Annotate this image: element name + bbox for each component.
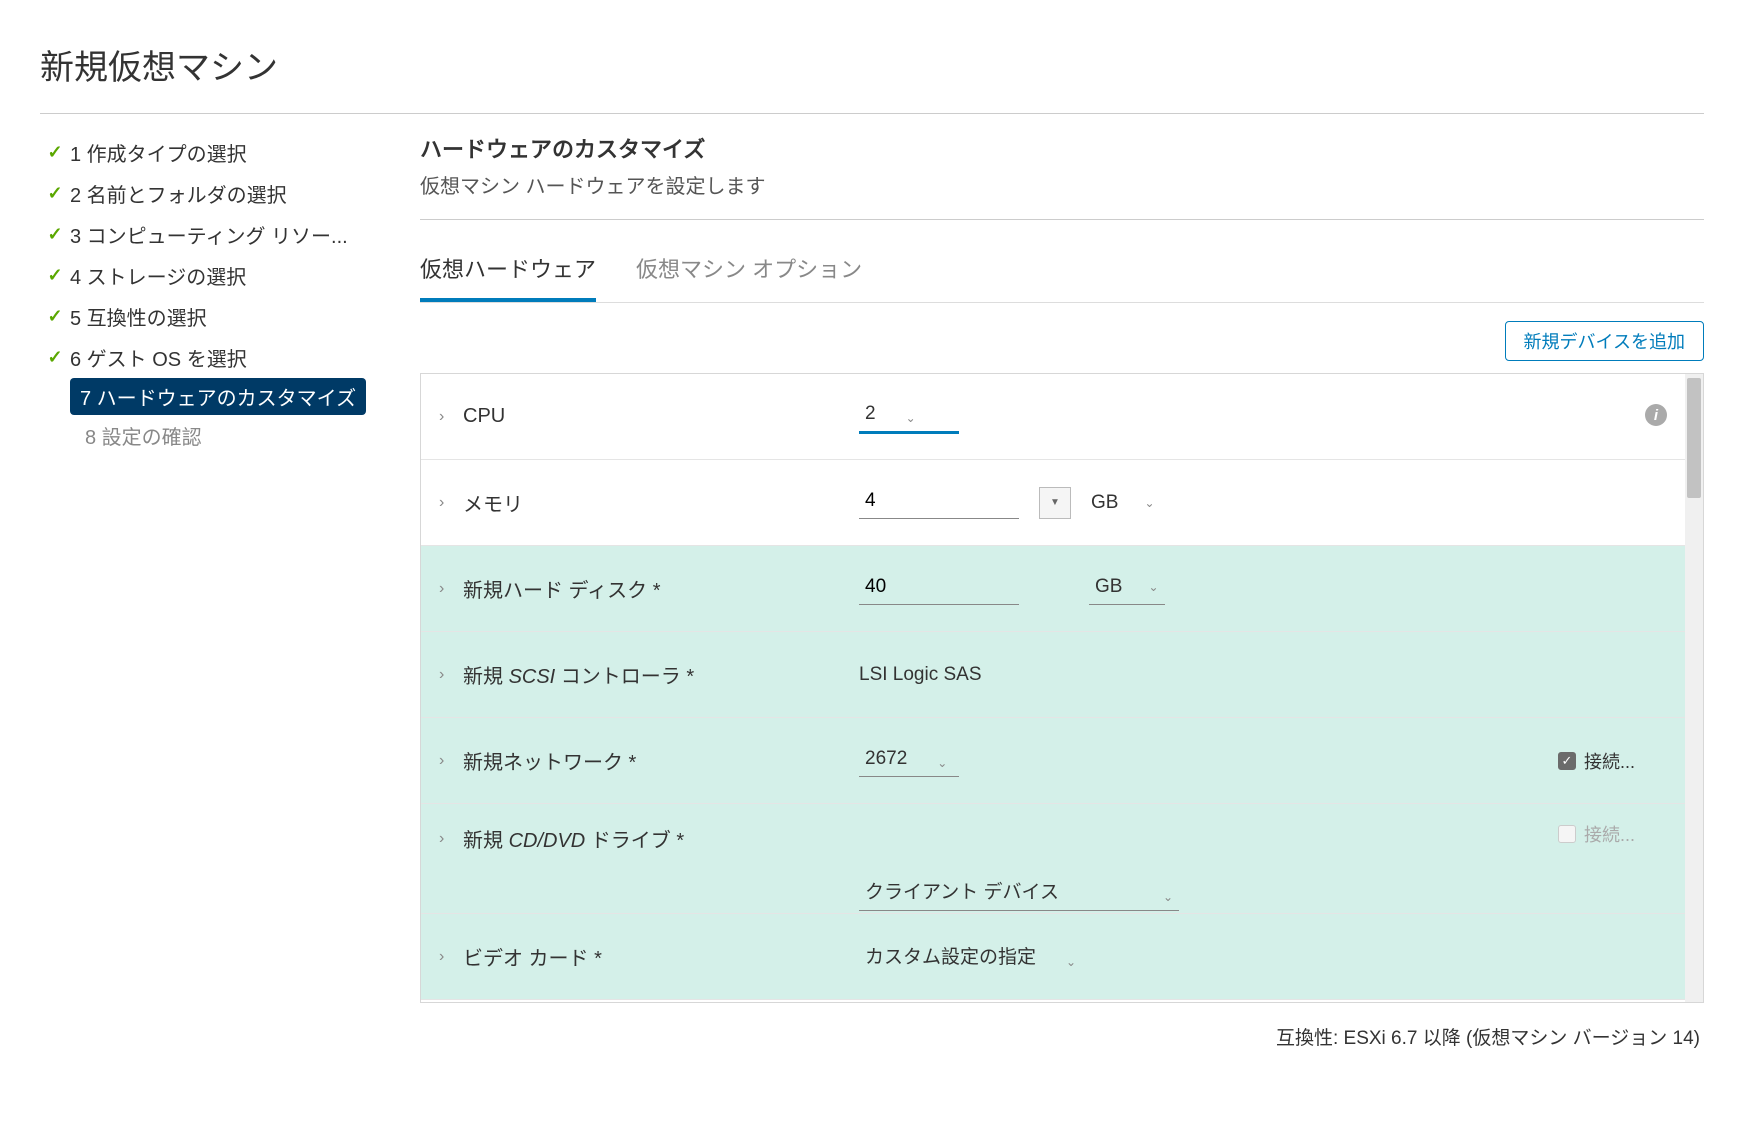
hardware-panel: i › CPU 2 ⌄ › メモリ — [420, 373, 1704, 1003]
chevron-down-icon: ⌄ — [1066, 955, 1076, 969]
hdd-unit-select[interactable]: GB ⌄ — [1089, 572, 1165, 605]
row-network: › 新規ネットワーク * 2672 ⌄ ✓ 接続... — [421, 718, 1703, 804]
row-scsi: › 新規 SCSI コントローラ * LSI Logic SAS — [421, 632, 1703, 718]
check-icon: ✓ — [40, 183, 70, 204]
memory-input[interactable] — [859, 486, 1019, 519]
check-icon: ✓ — [40, 347, 70, 368]
step-1[interactable]: ✓1 作成タイプの選択 — [40, 132, 390, 173]
content-title: ハードウェアのカスタマイズ — [420, 132, 1704, 170]
hdd-label: 新規ハード ディスク * — [463, 574, 661, 603]
chevron-right-icon[interactable]: › — [439, 580, 463, 598]
memory-unit-select[interactable]: GB ⌄ — [1091, 492, 1155, 514]
network-label: 新規ネットワーク * — [463, 746, 636, 775]
scsi-label: 新規 SCSI コントローラ * — [463, 660, 694, 689]
chevron-right-icon[interactable]: › — [439, 494, 463, 512]
check-icon: ✓ — [40, 224, 70, 245]
chevron-down-icon: ⌄ — [1144, 496, 1154, 510]
chevron-right-icon[interactable]: › — [439, 666, 463, 684]
row-cdrom: › 新規 CD/DVD ドライブ * 接続... クライアント デバイス ⌄ — [421, 804, 1703, 914]
step-2[interactable]: ✓2 名前とフォルダの選択 — [40, 173, 390, 214]
chevron-right-icon[interactable]: › — [439, 408, 463, 426]
step-6[interactable]: ✓6 ゲスト OS を選択 — [40, 337, 390, 378]
row-hdd: › 新規ハード ディスク * GB ⌄ — [421, 546, 1703, 632]
checkbox-checked-icon: ✓ — [1558, 752, 1576, 770]
memory-label: メモリ — [463, 488, 523, 517]
row-video: › ビデオ カード * カスタム設定の指定 ⌄ — [421, 914, 1703, 1000]
cdrom-connect-checkbox: 接続... — [1558, 821, 1635, 847]
video-label: ビデオ カード * — [463, 942, 602, 971]
chevron-down-icon: ⌄ — [1163, 890, 1173, 904]
scsi-value: LSI Logic SAS — [859, 664, 982, 686]
step-4[interactable]: ✓4 ストレージの選択 — [40, 255, 390, 296]
cdrom-select[interactable]: クライアント デバイス ⌄ — [859, 873, 1179, 911]
step-8: 8 設定の確認 — [85, 415, 390, 456]
chevron-down-icon: ⌄ — [906, 411, 916, 425]
chevron-right-icon[interactable]: › — [439, 830, 463, 848]
dialog-title: 新規仮想マシン — [40, 20, 1704, 114]
step-5[interactable]: ✓5 互換性の選択 — [40, 296, 390, 337]
scrollbar[interactable] — [1685, 374, 1703, 1002]
cdrom-label: 新規 CD/DVD ドライブ * — [463, 824, 684, 853]
tab-vm-options[interactable]: 仮想マシン オプション — [636, 244, 862, 302]
wizard-steps-sidebar: ✓1 作成タイプの選択 ✓2 名前とフォルダの選択 ✓3 コンピューティング リ… — [40, 132, 390, 1050]
step-3[interactable]: ✓3 コンピューティング リソー... — [40, 214, 390, 255]
compatibility-footer: 互換性: ESXi 6.7 以降 (仮想マシン バージョン 14) — [420, 1003, 1704, 1050]
checkbox-unchecked-icon — [1558, 825, 1576, 843]
cpu-label: CPU — [463, 405, 505, 428]
network-connect-checkbox[interactable]: ✓ 接続... — [1558, 748, 1635, 774]
add-device-button[interactable]: 新規デバイスを追加 — [1505, 321, 1704, 361]
row-memory: › メモリ ▼ GB ⌄ — [421, 460, 1703, 546]
video-select[interactable]: カスタム設定の指定 ⌄ — [859, 938, 1082, 975]
tabs: 仮想ハードウェア 仮想マシン オプション — [420, 244, 1704, 303]
row-cpu: › CPU 2 ⌄ — [421, 374, 1703, 460]
content-subtitle: 仮想マシン ハードウェアを設定します — [420, 170, 1704, 220]
check-icon: ✓ — [40, 265, 70, 286]
tab-virtual-hardware[interactable]: 仮想ハードウェア — [420, 244, 596, 302]
hdd-size-input[interactable] — [859, 572, 1019, 605]
memory-stepper[interactable]: ▼ — [1039, 487, 1071, 519]
chevron-down-icon: ⌄ — [937, 756, 947, 770]
step-7-active[interactable]: 7 ハードウェアのカスタマイズ — [70, 378, 366, 415]
check-icon: ✓ — [40, 142, 70, 163]
chevron-down-icon: ⌄ — [1148, 580, 1158, 594]
scroll-thumb[interactable] — [1687, 378, 1701, 498]
cpu-select[interactable]: 2 ⌄ — [859, 399, 959, 434]
chevron-right-icon[interactable]: › — [439, 752, 463, 770]
check-icon: ✓ — [40, 306, 70, 327]
chevron-right-icon[interactable]: › — [439, 948, 463, 966]
network-select[interactable]: 2672 ⌄ — [859, 744, 959, 777]
